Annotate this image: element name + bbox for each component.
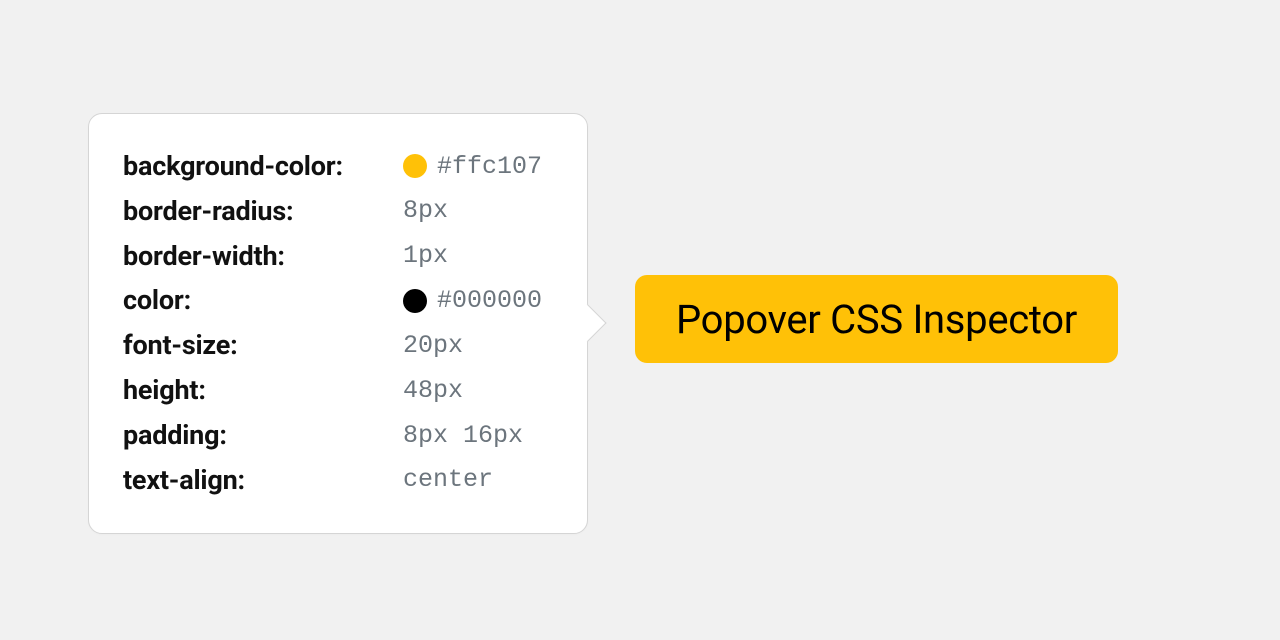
property-name: text-align: [123, 458, 403, 503]
property-row: text-align: center [123, 458, 557, 503]
property-name: border-width: [123, 234, 403, 279]
property-row: padding: 8px 16px [123, 413, 557, 458]
property-value: 8px [403, 190, 448, 232]
property-value: 8px 16px [403, 415, 523, 457]
property-row: border-width: 1px [123, 234, 557, 279]
property-name: background-color: [123, 144, 403, 189]
property-row: background-color: #ffc107 [123, 144, 557, 189]
property-name: height: [123, 368, 403, 413]
color-swatch-icon [403, 289, 427, 313]
property-value: center [403, 459, 493, 501]
popover-css-inspector-button[interactable]: Popover CSS Inspector [635, 275, 1118, 363]
property-value: 48px [403, 370, 463, 412]
property-row: color: #000000 [123, 278, 557, 323]
property-row: font-size: 20px [123, 323, 557, 368]
color-swatch-icon [403, 154, 427, 178]
property-name: color: [123, 278, 403, 323]
property-name: font-size: [123, 323, 403, 368]
property-row: height: 48px [123, 368, 557, 413]
property-value: #000000 [403, 280, 542, 322]
css-inspector-popover: background-color: #ffc107 border-radius:… [88, 113, 588, 534]
property-value-text: #ffc107 [437, 146, 542, 188]
property-value: 20px [403, 325, 463, 367]
property-row: border-radius: 8px [123, 189, 557, 234]
property-value: 1px [403, 235, 448, 277]
property-value-text: #000000 [437, 280, 542, 322]
button-label: Popover CSS Inspector [676, 296, 1077, 343]
property-value: #ffc107 [403, 146, 542, 188]
property-name: padding: [123, 413, 403, 458]
property-name: border-radius: [123, 189, 403, 234]
